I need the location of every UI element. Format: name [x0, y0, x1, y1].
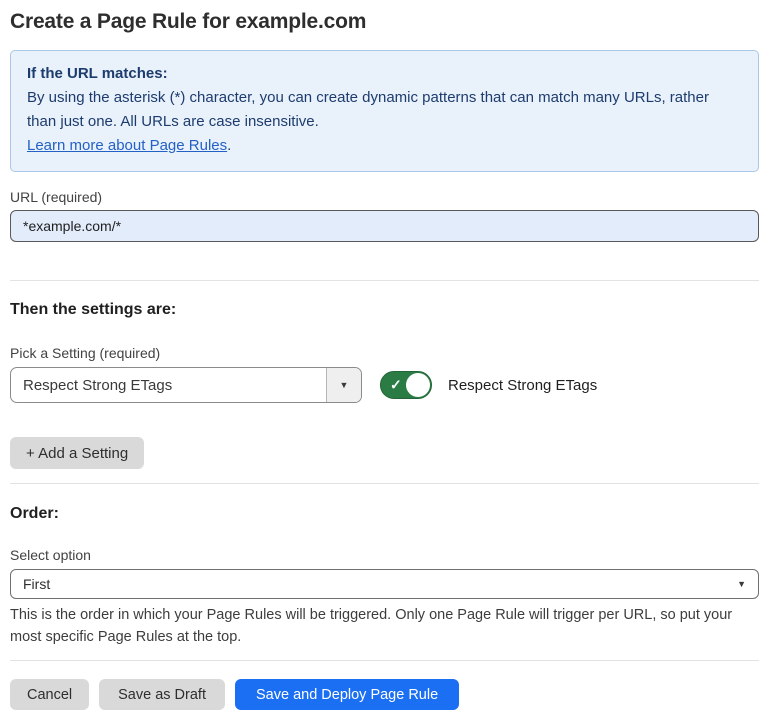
order-select-label: Select option [10, 547, 759, 563]
chevron-down-icon: ▼ [737, 580, 746, 589]
divider [10, 280, 759, 281]
pick-setting-label: Pick a Setting (required) [10, 345, 759, 361]
order-help-text: This is the order in which your Page Rul… [10, 604, 757, 648]
order-select-value: First [23, 576, 50, 592]
footer-actions: Cancel Save as Draft Save and Deploy Pag… [10, 679, 759, 710]
add-setting-button[interactable]: + Add a Setting [10, 437, 144, 469]
learn-more-link[interactable]: Learn more about Page Rules [27, 137, 227, 154]
settings-section-heading: Then the settings are: [10, 301, 759, 319]
chevron-down-icon: ▼ [340, 381, 349, 390]
link-suffix: . [227, 137, 231, 154]
url-input[interactable] [10, 210, 759, 242]
setting-row: Respect Strong ETags ▼ ✓ Respect Strong … [10, 367, 759, 403]
order-select[interactable]: First ▼ [10, 569, 759, 599]
toggle-knob [406, 373, 430, 397]
toggle-label: Respect Strong ETags [448, 377, 597, 394]
setting-select-arrow-button[interactable]: ▼ [326, 368, 361, 402]
checkmark-icon: ✓ [390, 378, 402, 392]
save-and-deploy-button[interactable]: Save and Deploy Page Rule [235, 679, 459, 710]
url-match-info-box: If the URL matches: By using the asteris… [10, 50, 759, 172]
divider [10, 660, 759, 661]
info-box-heading: If the URL matches: [27, 62, 742, 86]
page-rule-form: Create a Page Rule for example.com If th… [0, 10, 769, 710]
info-box-body: By using the asterisk (*) character, you… [27, 86, 742, 134]
etag-toggle[interactable]: ✓ [380, 371, 432, 399]
url-field-label: URL (required) [10, 189, 759, 205]
divider [10, 483, 759, 484]
info-box-link-line: Learn more about Page Rules. [27, 134, 742, 158]
setting-select[interactable]: Respect Strong ETags ▼ [10, 367, 362, 403]
setting-select-value: Respect Strong ETags [11, 368, 326, 402]
page-title: Create a Page Rule for example.com [10, 10, 759, 34]
order-section-heading: Order: [10, 505, 759, 523]
save-as-draft-button[interactable]: Save as Draft [99, 679, 225, 710]
cancel-button[interactable]: Cancel [10, 679, 89, 710]
